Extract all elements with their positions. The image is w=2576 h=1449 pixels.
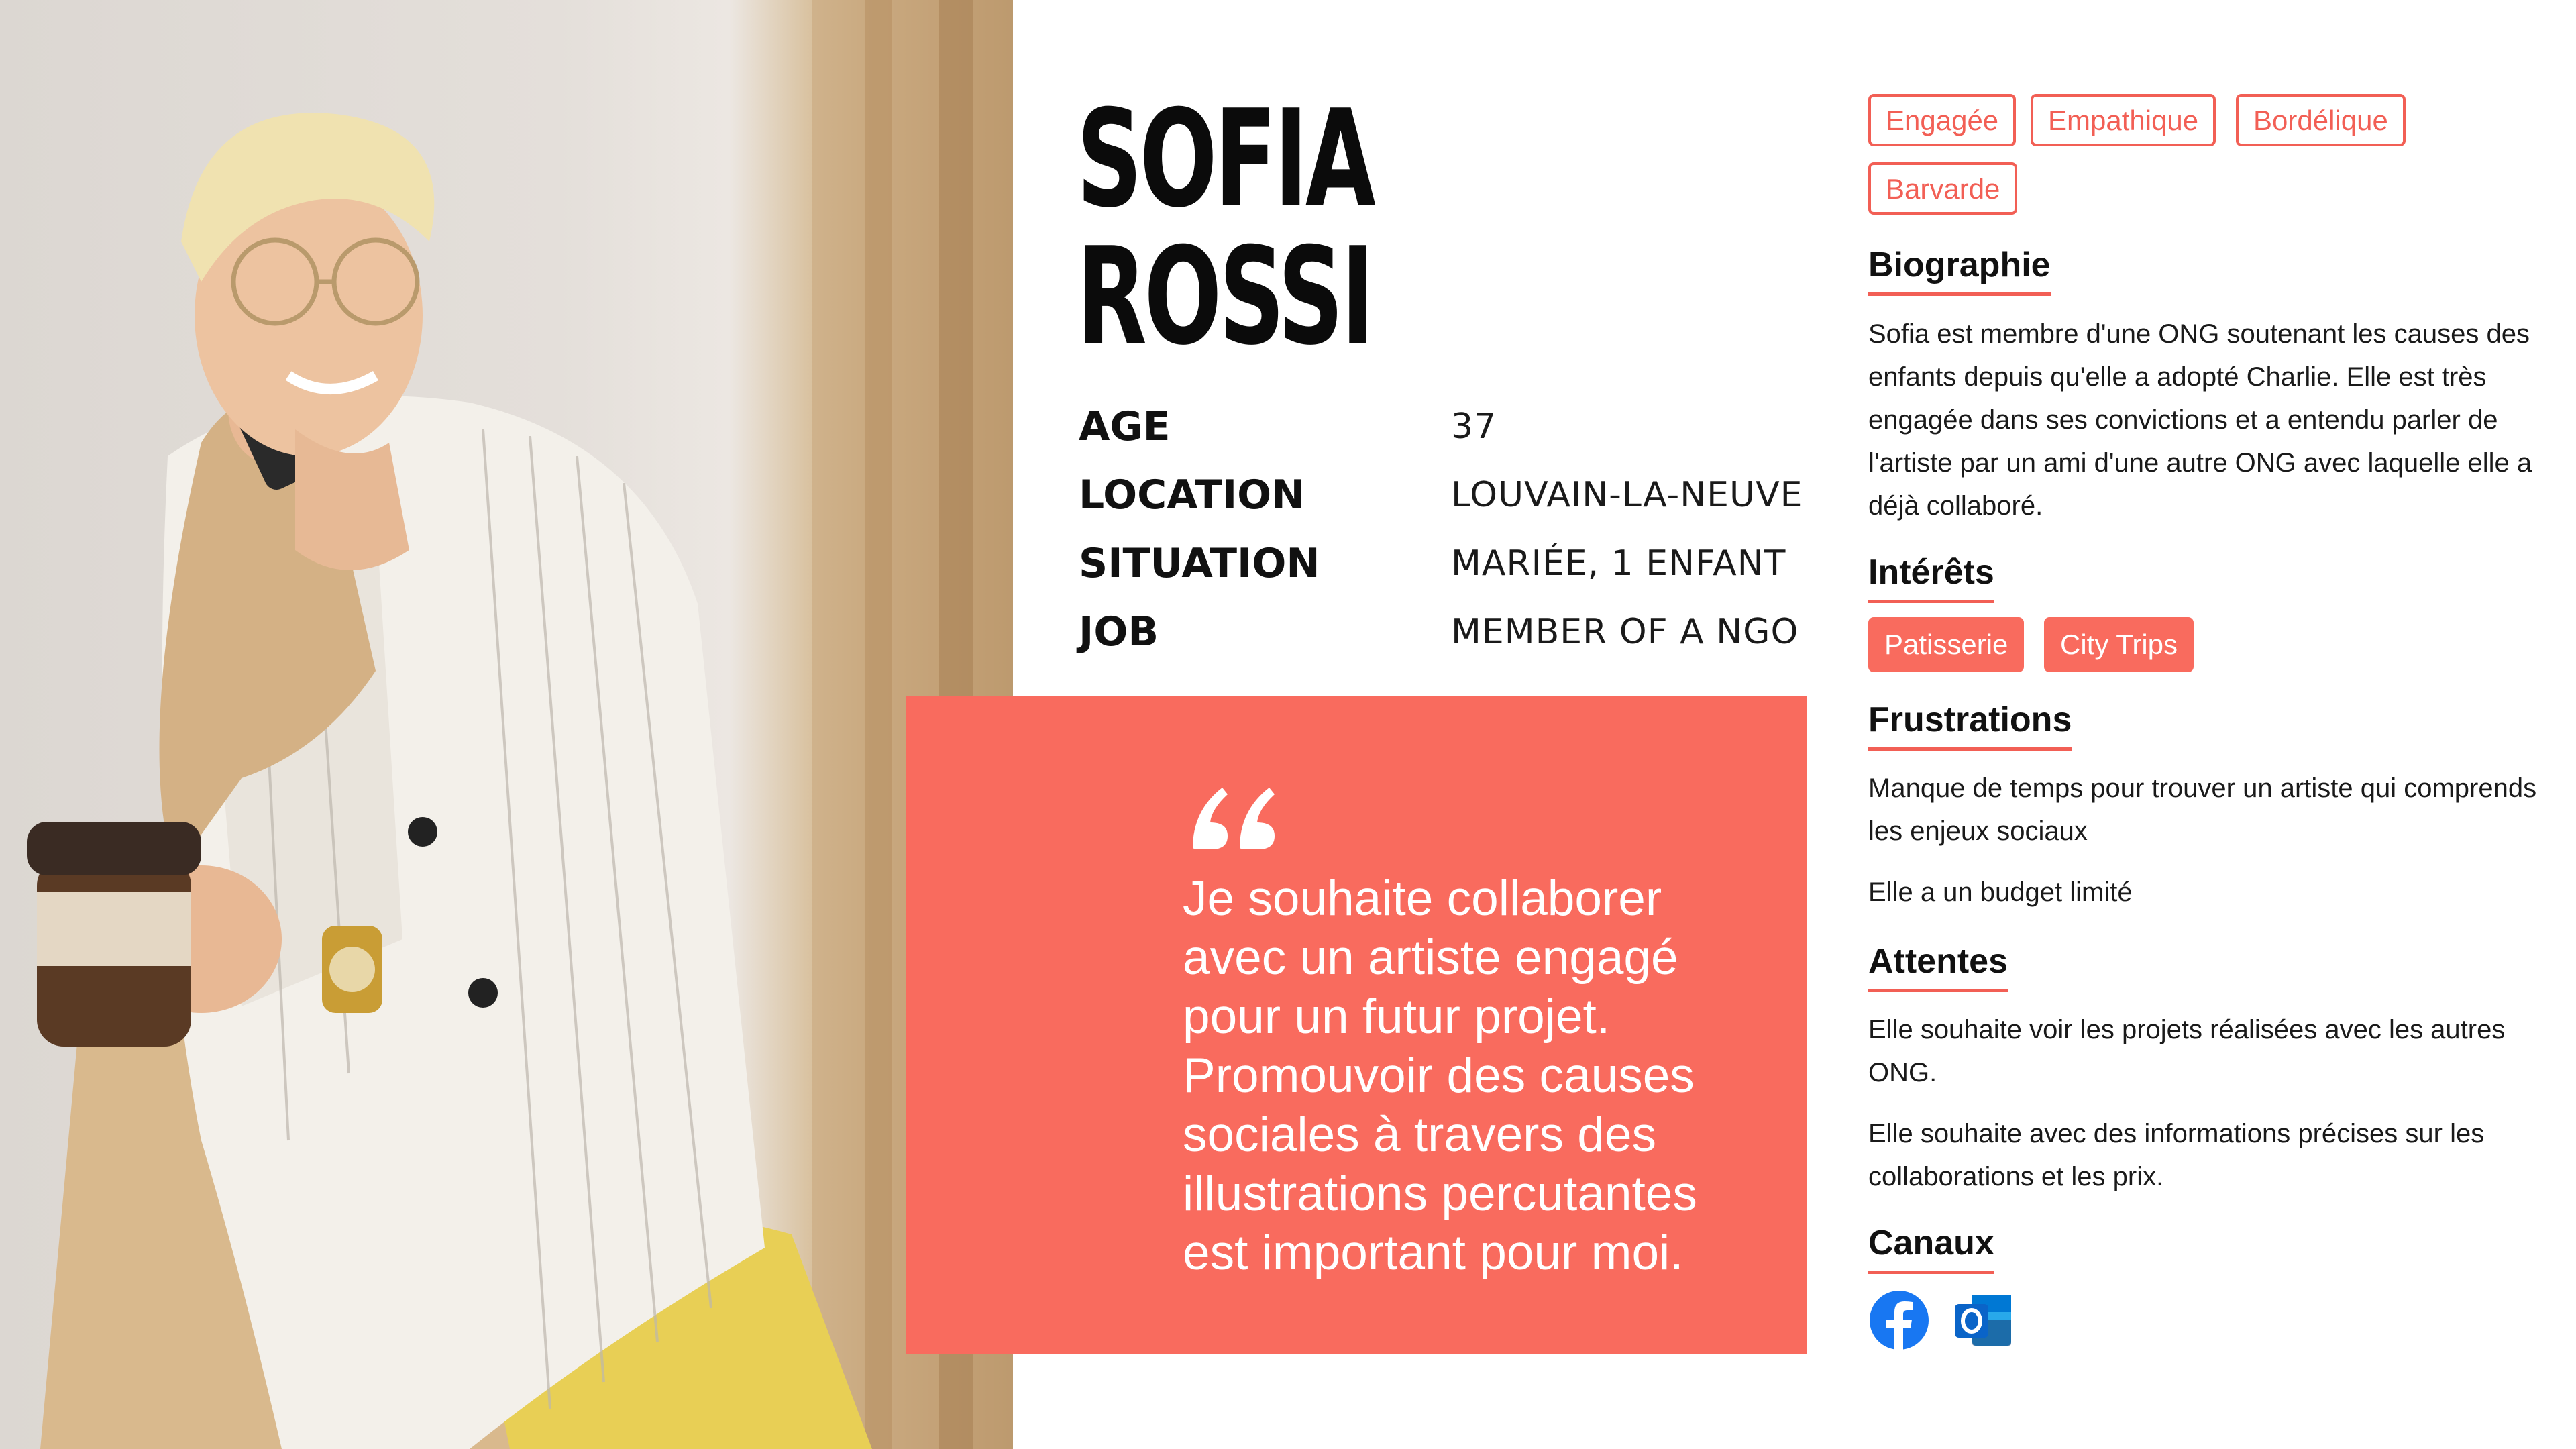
interest-chip: Patisserie [1868,617,2025,672]
interest-chip: City Trips [2044,617,2194,672]
fact-row-location: LOCATION LOUVAIN-LA-NEUVE [1079,461,1823,529]
persona-photo-illustration [27,0,1013,1449]
persona-first-name: SOFIA [1077,81,1376,237]
fact-value: MEMBER OF A NGO [1451,612,1799,652]
quote-mark-icon [1193,788,1275,849]
frustration-item: Elle a un budget limité [1868,877,2133,907]
expectation-item: Elle souhaite avec des informations préc… [1868,1119,2485,1191]
persona-photo [0,0,1013,1449]
fact-value: MARIÉE, 1 ENFANT [1451,543,1786,584]
expectations-title: Attentes [1868,938,2008,992]
quote-text: Je souhaite collaborer avec un artiste e… [1183,871,1697,1280]
persona-name: SOFIA ROSSI [1077,91,1396,366]
fact-row-job: JOB MEMBER OF A NGO [1079,598,1823,666]
fact-row-age: AGE 37 [1079,392,1823,461]
fact-label: LOCATION [1079,472,1305,519]
fact-row-situation: SITUATION MARIÉE, 1 ENFANT [1079,529,1823,598]
fact-value: LOUVAIN-LA-NEUVE [1451,475,1803,515]
fact-value: 37 [1451,407,1497,447]
trait-tag: Barvarde [1868,162,2018,215]
biography-title: Biographie [1868,241,2051,296]
fact-label: SITUATION [1079,540,1320,587]
interests-title: Intérêts [1868,549,1994,603]
outlook-icon[interactable] [1952,1289,2014,1351]
facebook-icon[interactable] [1868,1289,1930,1351]
quote-box: Je souhaite collaborer avec un artiste e… [906,696,1807,1354]
expectation-item: Elle souhaite voir les projets réalisées… [1868,1015,2506,1087]
biography-text: Sofia est membre d'une ONG soutenant les… [1868,319,2532,521]
persona-last-name: ROSSI [1077,219,1375,375]
fact-label: JOB [1079,608,1159,655]
frustration-item: Manque de temps pour trouver un artiste … [1868,773,2537,846]
persona-facts: AGE 37 LOCATION LOUVAIN-LA-NEUVE SITUATI… [1079,392,1823,666]
trait-tag: Engagée [1868,94,2017,146]
trait-tag: Bordélique [2236,94,2406,146]
channels-title: Canaux [1868,1220,1994,1274]
fact-label: AGE [1079,403,1171,450]
trait-tag: Empathique [2031,94,2216,146]
frustrations-title: Frustrations [1868,696,2072,751]
